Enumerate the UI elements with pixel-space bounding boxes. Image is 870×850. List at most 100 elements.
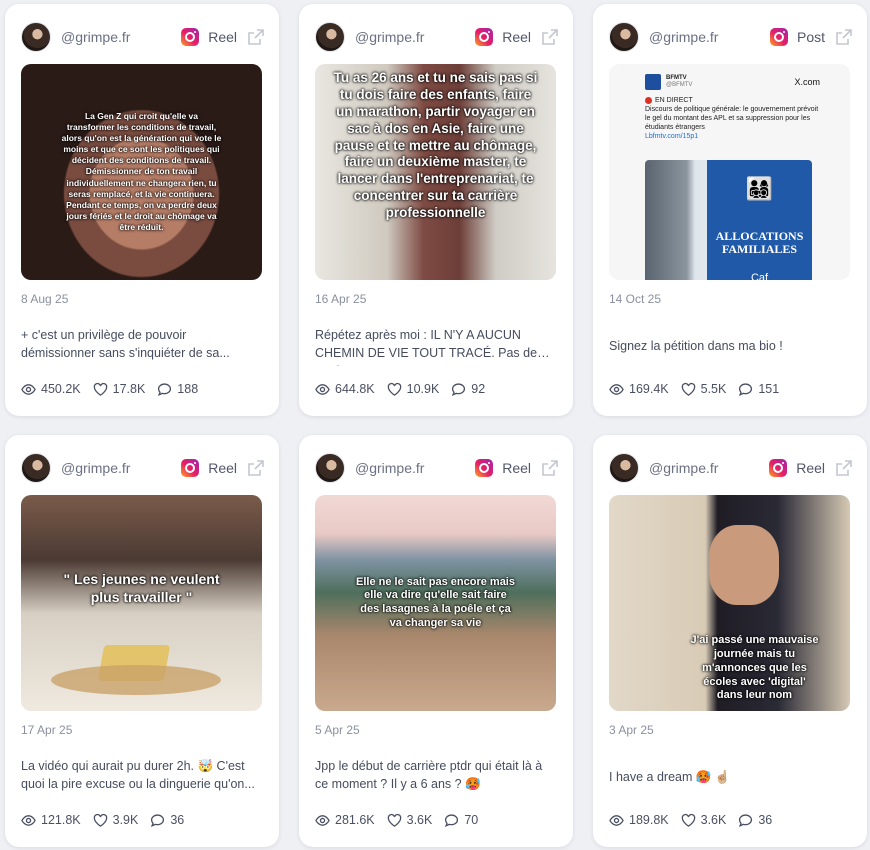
post-card[interactable]: @grimpe.fr Reel Elle ne le sait pas enco… [299, 435, 573, 847]
heart-icon [681, 813, 695, 827]
views-stat: 189.8K [609, 813, 669, 828]
tweet-text: Discours de politique générale: le gouve… [645, 106, 819, 131]
posts-grid: @grimpe.fr Reel La Gen Z qui croit qu'el… [0, 0, 870, 850]
avatar[interactable] [609, 22, 639, 52]
post-date: 17 Apr 25 [21, 723, 73, 737]
comment-icon [739, 382, 753, 396]
post-date: 3 Apr 25 [609, 723, 654, 737]
avatar[interactable] [21, 453, 51, 483]
views-stat: 644.8K [315, 382, 375, 397]
comment-icon [158, 382, 172, 396]
post-caption: Signez la pétition dans ma bio ! [609, 339, 783, 353]
account-handle[interactable]: @grimpe.fr [649, 29, 770, 45]
comments-stat: 70 [444, 813, 478, 828]
external-link-icon[interactable] [541, 459, 559, 477]
post-stats: 450.2K 17.8K 188 [21, 380, 210, 398]
views-stat: 281.6K [315, 813, 375, 828]
families-logo-icon: 👨‍👩‍👧‍👦 [745, 176, 774, 201]
external-link-icon[interactable] [541, 28, 559, 46]
views-count: 281.6K [335, 813, 375, 827]
likes-count: 17.8K [112, 382, 146, 396]
comments-count: 151 [758, 382, 780, 396]
instagram-icon [475, 28, 494, 46]
avatar[interactable] [315, 22, 345, 52]
tweet-image: 👨‍👩‍👧‍👦 ALLOCATIONS FAMILIALES Caf [645, 160, 812, 280]
likes-count: 3.6K [700, 813, 727, 827]
avatar[interactable] [609, 453, 639, 483]
post-stats: 121.8K 3.9K 36 [21, 811, 196, 829]
views-count: 121.8K [41, 813, 81, 827]
post-thumbnail[interactable]: " Les jeunes ne veulent plus travailler … [21, 495, 262, 711]
post-caption: Répétez après moi : IL N'Y A AUCUN CHEMI… [315, 328, 538, 366]
avatar[interactable] [21, 22, 51, 52]
eye-icon [21, 383, 36, 395]
comments-stat: 36 [738, 813, 772, 828]
post-type-label: Reel [502, 460, 531, 476]
post-card[interactable]: @grimpe.fr Reel " Les jeunes ne veulent … [5, 435, 279, 847]
likes-count: 10.9K [406, 382, 440, 396]
views-stat: 169.4K [609, 382, 669, 397]
heart-icon [93, 382, 107, 396]
account-handle[interactable]: @grimpe.fr [355, 460, 475, 476]
account-handle[interactable]: @grimpe.fr [649, 460, 769, 476]
likes-count: 3.6K [406, 813, 433, 827]
account-handle[interactable]: @grimpe.fr [355, 29, 475, 45]
comments-count: 188 [177, 382, 199, 396]
views-stat: 450.2K [21, 382, 81, 397]
external-link-icon[interactable] [247, 28, 265, 46]
account-handle[interactable]: @grimpe.fr [61, 29, 181, 45]
plate [51, 665, 221, 695]
post-card[interactable]: @grimpe.fr Reel J'ai passé une mauvaise … [593, 435, 867, 847]
avatar[interactable] [315, 453, 345, 483]
live-dot-icon [645, 97, 652, 104]
heart-icon [387, 382, 401, 396]
likes-stat: 3.6K [387, 813, 433, 828]
comments-stat: 36 [150, 813, 184, 828]
instagram-icon [475, 459, 494, 477]
comments-count: 36 [758, 813, 773, 827]
views-count: 644.8K [335, 382, 375, 396]
likes-count: 5.5K [700, 382, 727, 396]
post-card[interactable]: @grimpe.fr Reel Tu as 26 ans et tu ne sa… [299, 4, 573, 416]
post-type-label: Reel [208, 460, 237, 476]
post-caption: Jpp le début de carrière ptdr qui était … [315, 759, 543, 791]
post-stats: 169.4K 5.5K 151 [609, 380, 791, 398]
post-type-label: Reel [796, 460, 825, 476]
post-thumbnail[interactable]: La Gen Z qui croit qu'elle va transforme… [21, 64, 262, 280]
account-handle[interactable]: @grimpe.fr [61, 460, 181, 476]
external-link-icon[interactable] [247, 459, 265, 477]
likes-stat: 3.6K [681, 813, 727, 828]
comments-count: 36 [170, 813, 185, 827]
instagram-icon [181, 28, 200, 46]
post-thumbnail[interactable]: Tu as 26 ans et tu ne sais pas si tu doi… [315, 64, 556, 280]
post-date: 8 Aug 25 [21, 292, 69, 306]
eye-icon [315, 814, 330, 826]
post-thumbnail[interactable]: J'ai passé une mauvaise journée mais tu … [609, 495, 850, 711]
external-link-icon[interactable] [835, 28, 853, 46]
post-date: 16 Apr 25 [315, 292, 367, 306]
tweet-account: BFMTV [666, 75, 687, 81]
comment-icon [739, 813, 753, 827]
post-type-label: Reel [502, 29, 531, 45]
views-count: 189.8K [629, 813, 669, 827]
post-type-label: Post [796, 29, 825, 45]
caf-sign-text: ALLOCATIONS FAMILIALES [715, 229, 804, 256]
external-link-icon[interactable] [835, 459, 853, 477]
likes-stat: 17.8K [93, 382, 146, 397]
post-thumbnail[interactable]: Elle ne le sait pas encore mais elle va … [315, 495, 556, 711]
post-stats: 281.6K 3.6K 70 [315, 811, 490, 829]
post-caption: + c'est un privilège de pouvoir démissio… [21, 328, 230, 360]
tweet-link: Lbfmtv.com/15p1 [645, 133, 699, 140]
post-stats: 189.8K 3.6K 36 [609, 811, 784, 829]
post-card[interactable]: @grimpe.fr Reel La Gen Z qui croit qu'el… [5, 4, 279, 416]
comments-stat: 188 [157, 382, 198, 397]
comments-stat: 151 [738, 382, 779, 397]
eye-icon [21, 814, 36, 826]
post-card[interactable]: @grimpe.fr Post BFMTV @BFMTV X.com EN DI… [593, 4, 867, 416]
caf-sign: 👨‍👩‍👧‍👦 ALLOCATIONS FAMILIALES Caf [707, 160, 812, 280]
eye-icon [609, 814, 624, 826]
tweet-live-label: EN DIRECT [655, 97, 693, 104]
comments-count: 70 [464, 813, 479, 827]
views-count: 169.4K [629, 382, 669, 396]
post-thumbnail[interactable]: BFMTV @BFMTV X.com EN DIRECT Discours de… [609, 64, 850, 280]
